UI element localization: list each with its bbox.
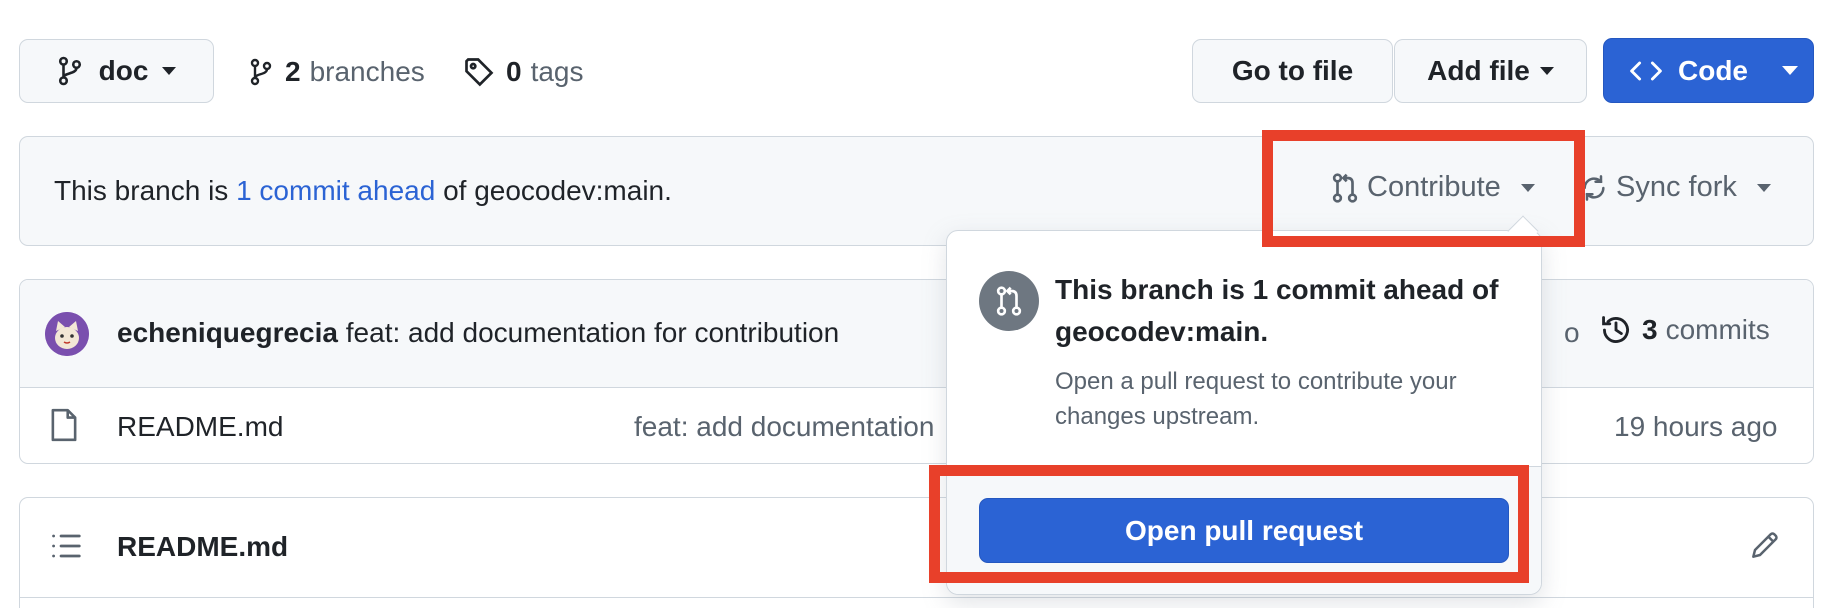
code-label: Code [1678, 54, 1748, 86]
readme-panel: README.md [19, 497, 1814, 608]
git-branch-icon [57, 56, 83, 86]
fork-status-text: This branch is 1 commit ahead of geocode… [54, 175, 672, 206]
sync-fork-label: Sync fork [1616, 171, 1737, 203]
sync-fork-button[interactable]: Sync fork [1580, 171, 1771, 204]
table-row[interactable]: README.md feat: add documentation 19 hou… [20, 388, 1813, 463]
add-file-button[interactable]: Add file [1394, 39, 1587, 103]
go-to-file-label: Go to file [1231, 55, 1354, 86]
go-to-file-button[interactable]: Go to file [1192, 39, 1393, 103]
file-icon [51, 408, 77, 442]
readme-title[interactable]: README.md [117, 531, 288, 563]
git-branch-icon [249, 57, 273, 87]
commits-count: 3 [1642, 314, 1658, 345]
avatar[interactable] [45, 312, 89, 356]
branches-count: 2 [285, 56, 301, 87]
commits-link[interactable]: 3 commits [1600, 314, 1770, 346]
chevron-down-icon[interactable] [1782, 66, 1798, 75]
branches-label: branches [309, 56, 425, 87]
tag-icon [464, 57, 494, 87]
chevron-down-icon [162, 67, 177, 75]
tags-label: tags [530, 56, 584, 87]
code-button[interactable]: Code [1603, 38, 1814, 103]
file-commit-message[interactable]: feat: add documentation [634, 411, 934, 443]
tags-link[interactable]: 0 tags [464, 50, 584, 94]
chevron-down-icon [1539, 67, 1554, 75]
branches-link[interactable]: 2 branches [249, 50, 425, 94]
branch-select-button[interactable]: doc [19, 39, 214, 103]
list-icon[interactable] [51, 532, 81, 560]
commit-time: o [1564, 317, 1580, 348]
chevron-down-icon [1756, 183, 1771, 192]
branch-name: doc [98, 55, 149, 86]
popover-description: Open a pull request to contribute your c… [1055, 368, 1457, 430]
commit-summary: echeniquegrecia feat: add documentation … [117, 317, 839, 349]
readme-header: README.md [20, 498, 1813, 598]
git-pull-request-icon [979, 271, 1039, 331]
open-pull-request-highlight-box [929, 465, 1529, 583]
code-icon [1630, 59, 1662, 83]
pencil-icon[interactable] [1750, 530, 1780, 560]
file-browser: echeniquegrecia feat: add documentation … [19, 279, 1814, 464]
add-file-label: Add file [1427, 55, 1530, 86]
commits-ahead-link[interactable]: 1 commit ahead [236, 175, 435, 206]
history-icon [1600, 314, 1632, 346]
contribute-highlight-box [1262, 130, 1585, 247]
commit-author[interactable]: echeniquegrecia [117, 317, 338, 348]
latest-commit-row: echeniquegrecia feat: add documentation … [20, 280, 1813, 388]
file-name[interactable]: README.md [117, 411, 283, 443]
file-updated-time: 19 hours ago [1614, 411, 1778, 442]
commits-label: commits [1665, 314, 1770, 345]
commit-message[interactable]: feat: add documentation for contribution [346, 317, 839, 348]
popover-title: This branch is 1 commit ahead of geocode… [1055, 274, 1499, 347]
tags-count: 0 [506, 56, 522, 87]
